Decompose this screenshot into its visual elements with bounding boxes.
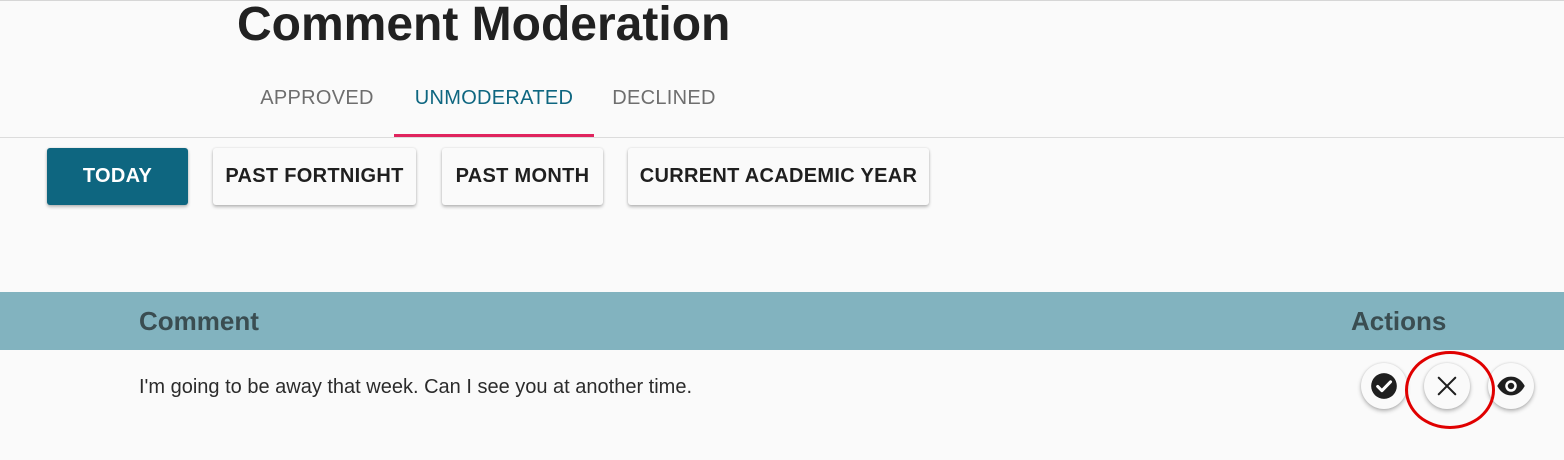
tab-declined[interactable]: DECLINED: [594, 60, 734, 137]
tabs-divider: [0, 137, 1564, 138]
comment-text: I'm going to be away that week. Can I se…: [139, 376, 693, 398]
approve-button[interactable]: [1361, 363, 1407, 409]
page-title: Comment Moderation: [237, 0, 731, 51]
eye-icon: [1496, 371, 1526, 401]
tab-unmoderated[interactable]: UNMODERATED: [394, 60, 594, 137]
filter-current-academic-year-button[interactable]: CURRENT ACADEMIC YEAR: [628, 148, 929, 205]
column-header-comment[interactable]: Comment: [139, 292, 259, 350]
filter-today-button[interactable]: TODAY: [47, 148, 188, 205]
table-row: I'm going to be away that week. Can I se…: [0, 350, 1564, 426]
decline-button[interactable]: [1424, 363, 1470, 409]
tab-approved[interactable]: APPROVED: [240, 60, 394, 137]
moderation-tabs: APPROVED UNMODERATED DECLINED: [240, 60, 734, 137]
column-header-actions: Actions: [1351, 306, 1447, 336]
close-icon: [1436, 375, 1458, 397]
table-header: Comment Actions: [0, 292, 1564, 350]
top-border: [0, 0, 1564, 1]
filter-past-month-button[interactable]: PAST MONTH: [442, 148, 603, 205]
filter-past-fortnight-button[interactable]: PAST FORTNIGHT: [213, 148, 416, 205]
view-button[interactable]: [1488, 363, 1534, 409]
check-circle-icon: [1370, 372, 1398, 400]
